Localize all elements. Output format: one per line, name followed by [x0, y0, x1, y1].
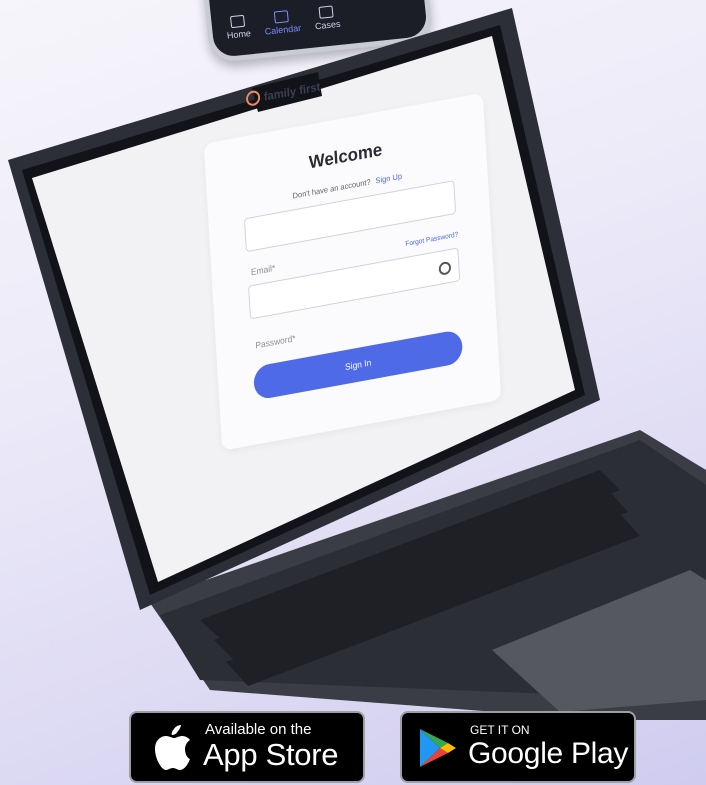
password-field[interactable] [248, 247, 461, 320]
app-store-big-text: App Store [203, 737, 339, 772]
signup-link[interactable]: Sign Up [375, 172, 402, 186]
laptop-screen: family first Welcome Don't have an accou… [60, 12, 569, 516]
show-password-icon[interactable] [438, 260, 452, 276]
forgot-password-link[interactable]: Forgot Password? [405, 231, 458, 248]
brand-logo: family first [245, 79, 321, 107]
apple-icon [155, 725, 190, 770]
app-store-badge[interactable]: Available on the App Store [129, 711, 365, 783]
google-play-big-text: Google Play [468, 737, 629, 770]
google-play-small-text: GET IT ON [470, 723, 530, 737]
google-play-icon [420, 729, 456, 767]
brand-name: family first [263, 79, 321, 104]
google-play-badge[interactable]: GET IT ON Google Play [400, 711, 636, 783]
family-first-logo-icon [245, 89, 261, 107]
login-card: Welcome Don't have an account? Sign Up E… [203, 92, 502, 451]
laptop-mockup: family first Welcome Don't have an accou… [0, 0, 706, 785]
app-store-small-text: Available on the [205, 721, 312, 738]
password-label: Password* [255, 333, 296, 351]
email-label: Email* [250, 262, 276, 278]
